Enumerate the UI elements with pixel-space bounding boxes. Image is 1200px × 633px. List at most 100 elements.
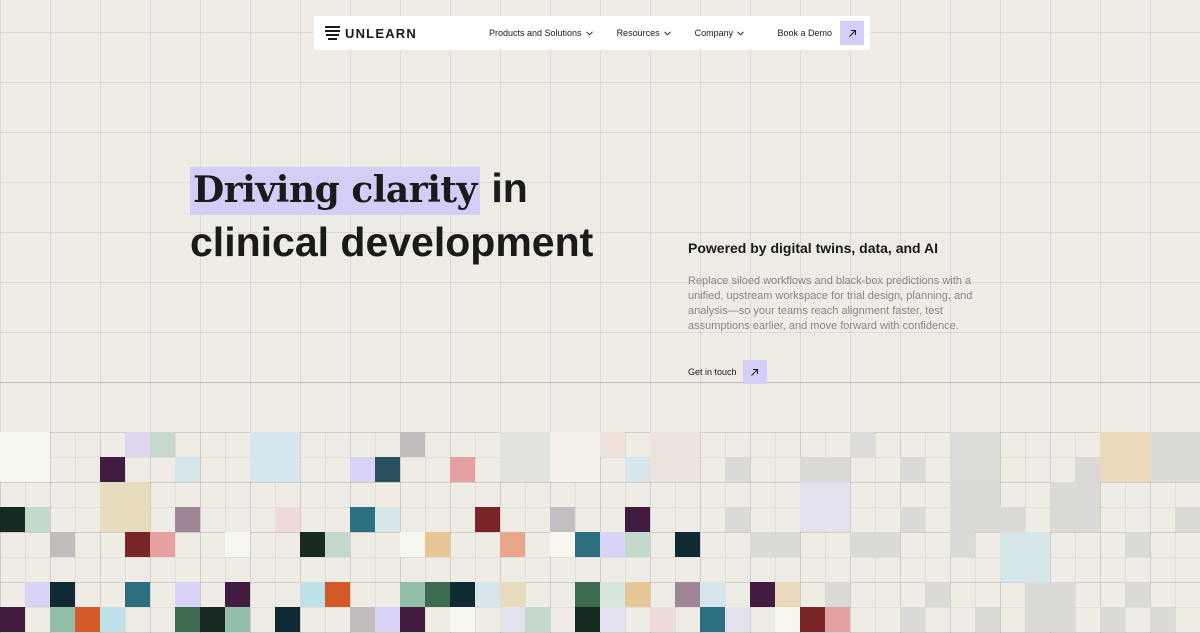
mosaic-tile: [1100, 607, 1125, 632]
mosaic-tile: [700, 607, 725, 632]
hero-title: Driving clarity in clinical development: [190, 162, 593, 268]
mosaic-tile: [900, 507, 925, 532]
section-divider: [0, 382, 1200, 383]
hero-title-in: in: [479, 165, 528, 211]
mosaic-tile: [175, 607, 200, 632]
mosaic-tile: [225, 582, 250, 607]
mosaic-tile: [400, 582, 425, 607]
hero-subheading: Powered by digital twins, data, and AI: [688, 240, 938, 256]
stacked-lines-logo-icon: [325, 26, 340, 40]
mosaic-tile: [125, 532, 150, 557]
nav-company[interactable]: Company: [695, 28, 745, 38]
arrow-up-right-icon: [751, 368, 759, 376]
mosaic-tile: [175, 457, 200, 482]
mosaic-tile: [600, 607, 625, 632]
mosaic-tile: [375, 507, 400, 532]
mosaic-tile: [850, 432, 875, 457]
mosaic-tile: [300, 532, 325, 557]
get-in-touch-button[interactable]: Get in touch: [688, 360, 767, 384]
mosaic-tile: [1100, 432, 1150, 482]
nav-links: Products and Solutions Resources Company: [489, 16, 744, 50]
mosaic-tile: [550, 507, 575, 532]
mosaic-tile: [825, 582, 850, 607]
mosaic-tile: [1175, 507, 1200, 532]
get-in-touch-label: Get in touch: [688, 367, 737, 377]
brand-name: UNLEARN: [345, 25, 417, 41]
mosaic-tile: [1050, 482, 1100, 532]
mosaic-tile: [600, 582, 625, 607]
mosaic-tile: [50, 607, 75, 632]
mosaic-tile: [1150, 432, 1200, 482]
mosaic-tile: [675, 582, 700, 607]
mosaic-tile: [475, 582, 500, 607]
mosaic-tile: [1000, 532, 1050, 582]
mosaic-tile: [950, 432, 1000, 482]
mosaic-tile: [625, 507, 650, 532]
mosaic-tile: [775, 607, 800, 632]
mosaic-tile: [600, 432, 625, 457]
mosaic-tile: [400, 532, 425, 557]
top-navigation: UNLEARN Products and Solutions Resources…: [314, 16, 870, 50]
mosaic-tile: [100, 607, 125, 632]
mosaic-tile: [850, 532, 875, 557]
mosaic-tile: [0, 432, 50, 482]
mosaic-tile: [175, 582, 200, 607]
mosaic-tile: [150, 432, 175, 457]
nav-products-and-solutions[interactable]: Products and Solutions: [489, 28, 593, 38]
get-in-touch-arrow[interactable]: [742, 360, 767, 384]
mosaic-tile: [550, 532, 575, 557]
mosaic-tile: [300, 582, 325, 607]
mosaic-tile: [450, 457, 475, 482]
mosaic-tile: [800, 607, 825, 632]
mosaic-tile: [225, 607, 250, 632]
brand-logo[interactable]: UNLEARN: [325, 25, 417, 41]
nav-link-label: Products and Solutions: [489, 28, 582, 38]
nav-link-label: Company: [694, 28, 734, 38]
mosaic-tile: [1125, 582, 1150, 607]
mosaic-tile: [75, 607, 100, 632]
mosaic-tile: [750, 582, 775, 607]
mosaic-tile: [275, 607, 300, 632]
mosaic-tile: [575, 607, 600, 632]
mosaic-tile: [725, 607, 750, 632]
mosaic-tile: [525, 607, 550, 632]
mosaic-tile: [0, 607, 25, 632]
mosaic-tile: [425, 582, 450, 607]
mosaic-tile: [725, 507, 750, 532]
mosaic-tile: [1000, 507, 1025, 532]
hero-title-line-2: clinical development: [190, 219, 594, 265]
mosaic-tile: [825, 607, 850, 632]
mosaic-tile: [450, 607, 475, 632]
mosaic-tile: [650, 432, 700, 482]
mosaic-tile: [25, 507, 50, 532]
mosaic-tile: [0, 507, 25, 532]
mosaic-tile: [425, 532, 450, 557]
mosaic-tile: [50, 532, 75, 557]
mosaic-tile: [325, 582, 350, 607]
mosaic-tile: [550, 432, 600, 482]
mosaic-tile: [200, 607, 225, 632]
mosaic-tile: [500, 582, 525, 607]
book-demo-arrow[interactable]: [840, 21, 864, 45]
mosaic-tile: [1150, 607, 1175, 632]
nav-link-label: Resources: [616, 28, 660, 38]
mosaic-tile: [225, 532, 250, 557]
mosaic-tile: [975, 607, 1000, 632]
mosaic-tile: [700, 582, 725, 607]
mosaic-tile: [325, 532, 350, 557]
book-demo-button[interactable]: Book a Demo: [777, 21, 864, 45]
mosaic-tile: [775, 582, 800, 607]
nav-resources[interactable]: Resources: [617, 28, 671, 38]
mosaic-tile: [575, 582, 600, 607]
mosaic-tile: [625, 457, 650, 482]
mosaic-tile: [475, 507, 500, 532]
mosaic-tile: [775, 532, 800, 557]
mosaic-tile: [275, 507, 300, 532]
mosaic-tile: [950, 532, 975, 557]
mosaic-tile: [100, 457, 125, 482]
mosaic-tile: [600, 532, 625, 557]
chevron-down-icon: [585, 30, 593, 35]
mosaic-tile: [400, 432, 425, 457]
mosaic-tile: [900, 607, 925, 632]
mosaic-tile: [650, 607, 675, 632]
